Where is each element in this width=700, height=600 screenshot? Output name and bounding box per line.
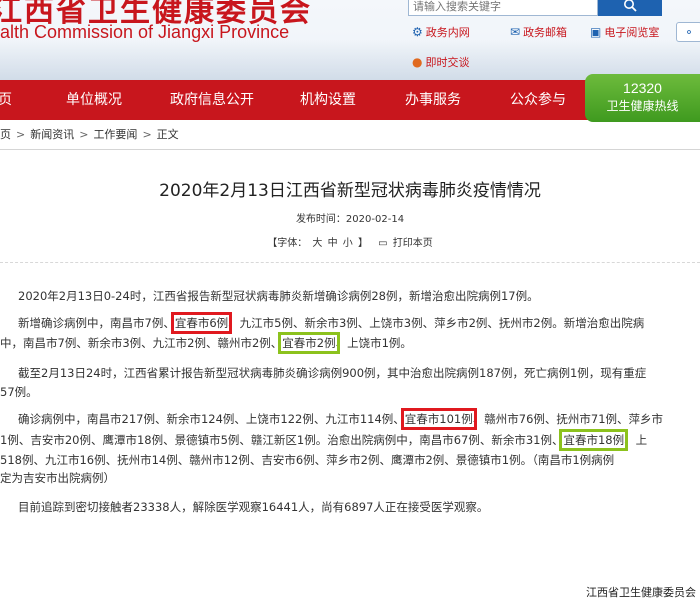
breadcrumb-news[interactable]: 新闻资讯: [30, 126, 74, 142]
paragraph-text: 截至2月13日24时，江西省累计报告新型冠状病毒肺炎确诊病例900例，其中治愈出…: [18, 366, 647, 380]
breadcrumb-separator: >: [79, 127, 89, 141]
paragraph-text: 、赣州市76例、抚州市71例、萍乡市: [472, 412, 664, 426]
highlighted-text-red: 宜春市6例: [170, 312, 233, 334]
font-large-button[interactable]: 大: [312, 238, 322, 249]
chat-icon: ●: [412, 55, 423, 69]
paragraph-line: 新增确诊病例中，南昌市7例、宜春市6例、九江市5例、新余市3例、上饶市3例、萍乡…: [18, 312, 645, 334]
paragraph-line: 57例。: [0, 382, 38, 402]
breadcrumb-separator: >: [16, 127, 26, 141]
paragraph-text: 518例、九江市16例、抚州市14例、赣州市12例、吉安市6例、萍乡市2例、鹰潭…: [0, 453, 615, 467]
mail-icon: ✉: [510, 25, 521, 39]
article-tools: 【字体： 大 中 小 】 ▭ 打印本页: [0, 234, 700, 249]
paragraph-text: 2020年2月13日0-24时，江西省报告新型冠状病毒肺炎新增确诊病例28例，新…: [18, 289, 539, 303]
breadcrumb-home[interactable]: 页: [0, 126, 11, 142]
highlighted-text-green: 宜春市2例: [278, 332, 340, 354]
font-size-label: 【字体：: [267, 238, 308, 249]
site-title-en: alth Commission of Jiangxi Province: [0, 22, 290, 42]
nav-item-participate[interactable]: 公众参与: [510, 80, 566, 120]
paragraph-text: 新增确诊病例中，南昌市7例、: [18, 316, 175, 330]
nav-item-service[interactable]: 办事服务: [405, 80, 461, 120]
e-reading-label: 电子阅览室: [604, 26, 660, 39]
font-size-close: 】: [357, 238, 368, 249]
publish-time: 发布时间：2020-02-14: [295, 214, 405, 225]
site-header: 江西省卫生健康委员会 alth Commission of Jiangxi Pr…: [0, 0, 700, 80]
paragraph-text: 1例、吉安市20例、鹰潭市18例、景德镇市5例、赣江新区1例。治愈出院病例中，南…: [0, 433, 564, 447]
article-divider: [0, 262, 700, 264]
print-button[interactable]: 打印本页: [393, 238, 433, 249]
paragraph-text: 、上: [624, 433, 648, 447]
gov-mail-label: 政务邮箱: [523, 26, 568, 39]
paragraph-line: 2020年2月13日0-24时，江西省报告新型冠状病毒肺炎新增确诊病例28例，新…: [18, 286, 539, 306]
search-box: [408, 0, 598, 16]
hotline-number: 12320: [623, 80, 662, 96]
paragraph-text: 定为吉安市出院病例）: [0, 471, 115, 485]
paragraph-line: 518例、九江市16例、抚州市14例、赣州市12例、吉安市6例、萍乡市2例、鹰潭…: [0, 450, 614, 470]
breadcrumb-work-news[interactable]: 工作要闻: [93, 126, 137, 142]
breadcrumb-separator: >: [142, 127, 152, 141]
paragraph-text: 中，南昌市7例、新余市3例、九江市2例、赣州市2例、: [0, 336, 283, 350]
hotline-button[interactable]: 12320 卫生健康热线: [585, 74, 700, 122]
paragraph-line: 定为吉安市出院病例）: [0, 468, 115, 488]
corner-link-icon[interactable]: ⚬: [676, 22, 700, 42]
paragraph-line: 中，南昌市7例、新余市3例、九江市2例、赣州市2例、宜春市2例、上饶市1例。: [0, 332, 412, 354]
gov-intranet-label: 政务内网: [425, 26, 470, 39]
gov-intranet-link[interactable]: ⚙ 政务内网: [412, 24, 470, 40]
paragraph-text: 目前追踪到密切接触者23338人，解除医学观察16441人，尚有6897人正在接…: [18, 500, 489, 514]
nav-item-overview[interactable]: 单位概况: [66, 80, 122, 120]
article-title: 2020年2月13日江西省新型冠状病毒肺炎疫情情况: [159, 181, 541, 201]
font-small-button[interactable]: 小: [343, 238, 353, 249]
search-input[interactable]: [409, 0, 597, 16]
article-signature: 江西省卫生健康委员会: [586, 586, 696, 599]
breadcrumb-divider: [0, 149, 700, 150]
breadcrumb-current: 正文: [156, 128, 179, 141]
font-medium-button[interactable]: 中: [328, 238, 338, 249]
paragraph-line: 确诊病例中，南昌市217例、新余市124例、上饶市122例、九江市114例、宜春…: [18, 408, 664, 430]
paragraph-text: 、上饶市1例。: [335, 336, 412, 350]
paragraph-line: 目前追踪到密切接触者23338人，解除医学观察16441人，尚有6897人正在接…: [18, 497, 488, 517]
highlighted-text-red: 宜春市101例: [400, 408, 477, 430]
breadcrumb: 页 > 新闻资讯 > 工作要闻 > 正文: [0, 126, 179, 142]
paragraph-line: 截至2月13日24时，江西省累计报告新型冠状病毒肺炎确诊病例900例，其中治愈出…: [18, 363, 646, 383]
search-icon: [624, 0, 637, 12]
paragraph-text: 57例。: [0, 385, 38, 399]
printer-icon: ▭: [378, 238, 388, 249]
nav-item-gov-info[interactable]: 政府信息公开: [170, 80, 254, 120]
nav-item-home[interactable]: 页: [0, 80, 12, 120]
search-button[interactable]: [598, 0, 662, 16]
network-icon: ⚙: [412, 25, 423, 39]
highlighted-text-green: 宜春市18例: [559, 429, 629, 451]
hotline-label: 卫生健康热线: [606, 99, 679, 113]
e-reading-link[interactable]: ▣ 电子阅览室: [590, 24, 659, 40]
paragraph-text: 、九江市5例、新余市3例、上饶市3例、萍乡市2例、抚州市2例。新增治愈出院病: [228, 316, 645, 330]
gov-mail-link[interactable]: ✉ 政务邮箱: [510, 24, 567, 40]
instant-chat-label: 即时交谈: [425, 56, 470, 69]
nav-item-organization[interactable]: 机构设置: [300, 80, 356, 120]
paragraph-line: 1例、吉安市20例、鹰潭市18例、景德镇市5例、赣江新区1例。治愈出院病例中，南…: [0, 429, 648, 451]
instant-chat-link[interactable]: ● 即时交谈: [412, 54, 469, 70]
monitor-icon: ▣: [590, 25, 602, 39]
paragraph-text: 确诊病例中，南昌市217例、新余市124例、上饶市122例、九江市114例、: [18, 412, 405, 426]
